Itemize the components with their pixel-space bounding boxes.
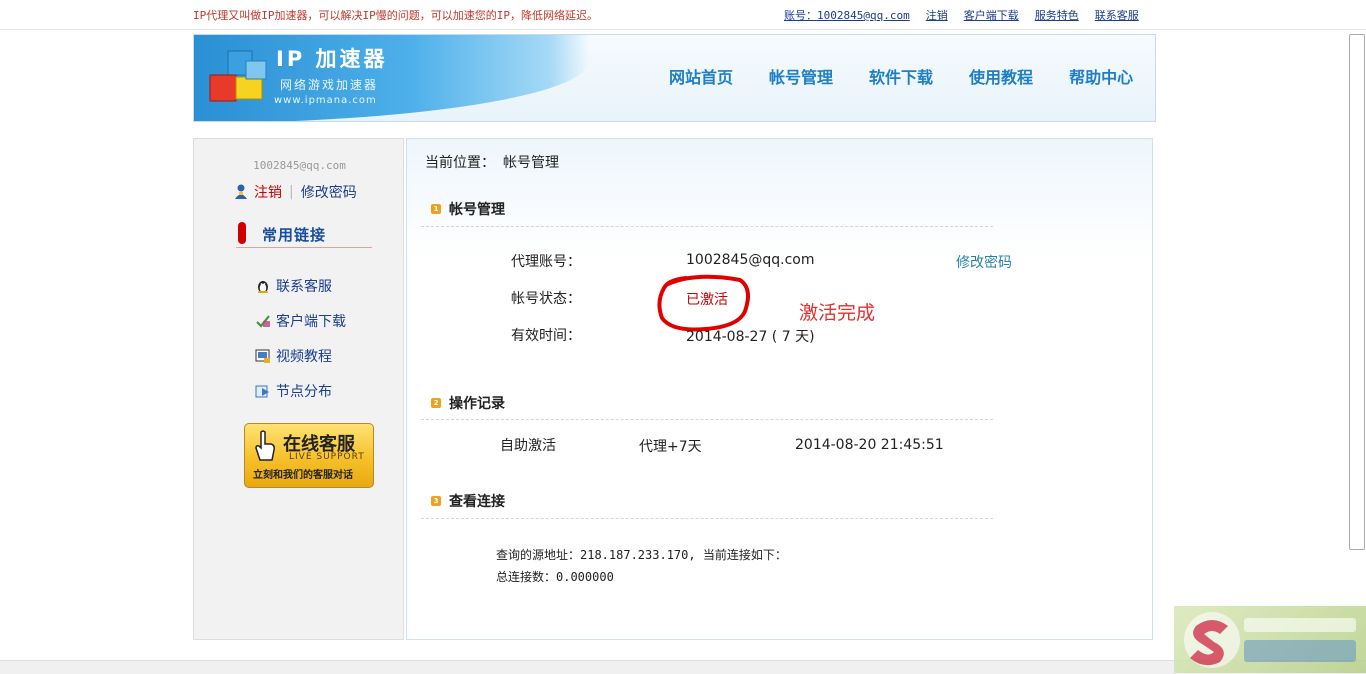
top-links: 账号：1002845@qq.com 注销 客户端下载 服务特色 联系客服 — [784, 7, 1155, 23]
sidebar-logout-link[interactable]: 注销 — [254, 182, 282, 202]
record-time: 2014-08-20 21:45:51 — [795, 437, 944, 453]
sidebar: 1002845@qq.com 注销 | 修改密码 常用链接 联系客服 客户端下载 — [193, 138, 404, 640]
valid-time-label: 有效时间： — [511, 328, 581, 344]
breadcrumb: 当前位置： 帐号管理 — [425, 152, 567, 172]
status-label: 帐号状态： — [511, 291, 581, 307]
record-detail: 代理+7天 — [639, 439, 702, 455]
quick-links-marker — [238, 222, 246, 244]
watermark-graphic — [1184, 612, 1356, 668]
nav-home[interactable]: 网站首页 — [669, 64, 733, 88]
top-notice: IP代理又叫做IP加速器，可以解决IP慢的问题，可以加速您的IP，降低网络延迟。 — [193, 9, 598, 22]
pointing-hand-icon — [255, 430, 275, 461]
watermark-logo — [1174, 606, 1366, 673]
section-title-text: 帐号管理 — [449, 202, 505, 218]
connection-source-line: 查询的源地址：218.187.233.170, 当前连接如下： — [496, 548, 787, 562]
quick-links-title: 常用链接 — [262, 226, 327, 244]
connection-total-line: 总连接数：0.000000 — [496, 570, 614, 584]
main-panel: 当前位置： 帐号管理 1 帐号管理 代理账号： 1002845@qq.com 修… — [406, 138, 1153, 640]
section-divider — [421, 518, 993, 519]
site-header: IP 加速器 网络游戏加速器 www.ipmana.com 网站首页 帐号管理 … — [193, 34, 1156, 122]
section-number-icon: 3 — [431, 496, 441, 506]
user-icon — [235, 184, 247, 199]
section-title-text: 操作记录 — [449, 396, 505, 412]
quick-links-header: 常用链接 — [236, 221, 372, 248]
breadcrumb-current: 帐号管理 — [503, 155, 559, 171]
sidebar-item-label: 视频教程 — [276, 348, 332, 365]
bottom-bar — [0, 660, 1366, 674]
sidebar-item-download[interactable]: 客户端下载 — [254, 303, 346, 338]
logo-url: www.ipmana.com — [274, 95, 377, 106]
logo-title: IP 加速器 — [276, 47, 388, 71]
top-client-download-link[interactable]: 客户端下载 — [964, 7, 1019, 23]
live-support-button[interactable]: 在线客服 LIVE SUPPORT 立刻和我们的客服对话 — [244, 423, 374, 488]
sidebar-item-video[interactable]: 视频教程 — [254, 338, 346, 373]
download-icon — [254, 312, 272, 330]
sidebar-item-label: 节点分布 — [276, 383, 332, 400]
section-divider — [421, 226, 993, 227]
section-number-icon: 2 — [431, 398, 441, 408]
support-subtitle-en: LIVE SUPPORT — [289, 452, 365, 462]
account-section-title: 1 帐号管理 — [431, 199, 505, 219]
proxy-account-value: 1002845@qq.com — [686, 252, 815, 268]
support-caption: 立刻和我们的客服对话 — [253, 470, 353, 481]
video-icon — [254, 347, 272, 365]
annotation-circle — [657, 274, 750, 332]
connections-section-title: 3 查看连接 — [431, 491, 505, 511]
valid-time-value: 2014-08-27 ( 7 天) — [686, 329, 815, 345]
nav-tutorial[interactable]: 使用教程 — [969, 64, 1033, 88]
nav-help[interactable]: 帮助中心 — [1069, 64, 1133, 88]
sidebar-item-label: 联系客服 — [276, 278, 332, 295]
qq-penguin-icon — [254, 277, 272, 295]
sidebar-item-contact[interactable]: 联系客服 — [254, 268, 346, 303]
quick-links-list: 联系客服 客户端下载 视频教程 节点分布 — [254, 268, 346, 408]
section-title-text: 查看连接 — [449, 494, 505, 510]
sidebar-item-nodes[interactable]: 节点分布 — [254, 373, 346, 408]
vertical-scrollbar[interactable] — [1349, 34, 1365, 550]
annotation-text: 激活完成 — [799, 302, 876, 324]
breadcrumb-label: 当前位置： — [425, 155, 495, 171]
nav-download[interactable]: 软件下载 — [869, 64, 933, 88]
sidebar-user-ops: 注销 | 修改密码 — [234, 182, 357, 202]
top-account-link[interactable]: 账号：1002845@qq.com — [784, 7, 910, 23]
section-number-icon: 1 — [431, 204, 441, 214]
sidebar-email: 1002845@qq.com — [253, 159, 346, 172]
nav-account[interactable]: 帐号管理 — [769, 64, 833, 88]
records-section-title: 2 操作记录 — [431, 393, 505, 413]
proxy-account-label: 代理账号： — [511, 254, 581, 270]
logo-cubes-icon — [209, 50, 267, 102]
change-password-link[interactable]: 修改密码 — [956, 252, 1012, 272]
top-features-link[interactable]: 服务特色 — [1035, 7, 1079, 23]
record-action: 自助激活 — [500, 438, 556, 454]
top-contact-link[interactable]: 联系客服 — [1095, 7, 1139, 23]
node-icon — [254, 382, 272, 400]
divider: | — [289, 184, 294, 200]
main-nav: 网站首页 帐号管理 软件下载 使用教程 帮助中心 — [669, 64, 1155, 88]
section-divider — [421, 419, 993, 420]
sidebar-item-label: 客户端下载 — [276, 313, 346, 330]
sidebar-change-password-link[interactable]: 修改密码 — [301, 182, 357, 202]
top-logout-link[interactable]: 注销 — [926, 7, 948, 23]
top-bar: IP代理又叫做IP加速器，可以解决IP慢的问题，可以加速您的IP，降低网络延迟。… — [0, 0, 1366, 30]
logo-subtitle: 网络游戏加速器 — [280, 78, 379, 92]
